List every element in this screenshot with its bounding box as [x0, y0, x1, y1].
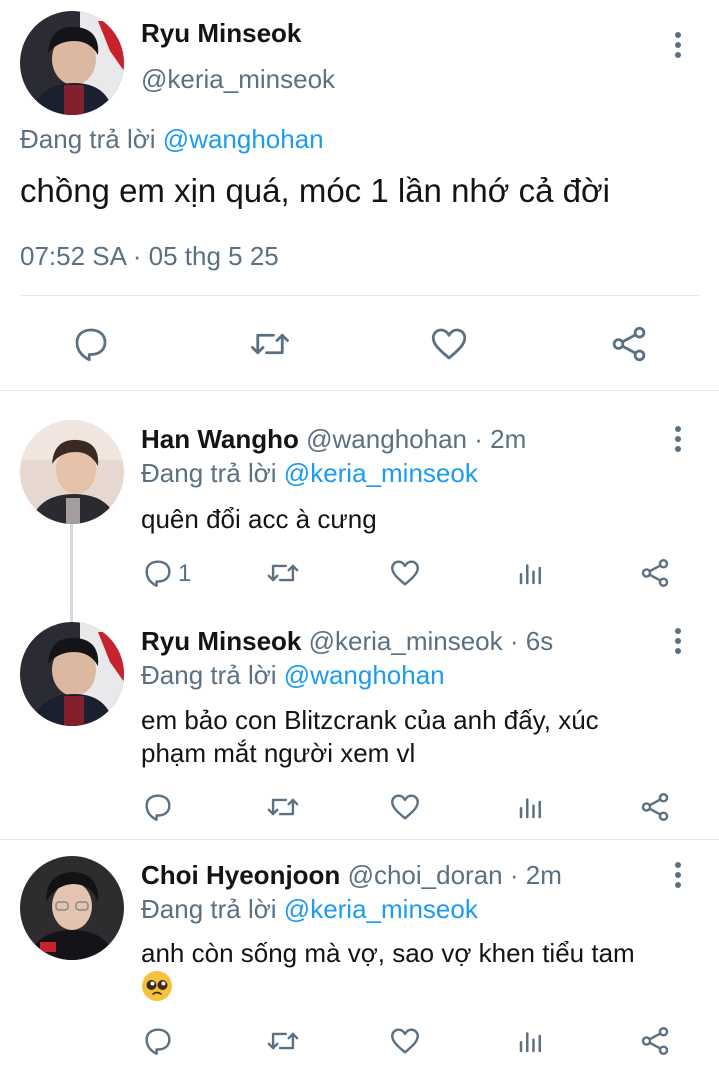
replying-to: Đang trả lời @wanghohan	[20, 124, 324, 155]
reply-time[interactable]: · 2m	[510, 860, 562, 890]
more-options-icon[interactable]	[668, 424, 688, 454]
replying-prefix: Đang trả lời	[20, 124, 156, 154]
share-icon[interactable]	[638, 556, 672, 590]
reply-count: 1	[178, 560, 192, 587]
reply-time[interactable]: · 6s	[510, 626, 553, 656]
display-name[interactable]: Choi Hyeonjoon	[141, 860, 340, 890]
reply-text-line-1: anh còn sống mà vợ, sao vợ khen tiểu tam	[141, 938, 635, 968]
reply-time[interactable]: · 2m	[474, 424, 526, 454]
avatar[interactable]	[20, 11, 124, 115]
divider	[20, 295, 700, 296]
reply-text-line-1: em bảo con Blitzcrank của anh đấy, xúc	[141, 705, 599, 735]
handle[interactable]: @keria_minseok	[309, 626, 503, 656]
retweet-icon[interactable]	[265, 556, 301, 590]
replying-to-link[interactable]: @wanghohan	[284, 660, 445, 690]
like-icon[interactable]	[388, 556, 422, 590]
share-icon[interactable]	[638, 790, 672, 824]
replying-to-link[interactable]: @wanghohan	[163, 124, 324, 154]
replying-prefix: Đang trả lời	[141, 894, 277, 924]
like-icon[interactable]	[388, 790, 422, 824]
reply-icon[interactable]	[141, 556, 175, 590]
reply-header: Ryu Minseok @keria_minseok · 6s	[141, 626, 553, 657]
share-icon[interactable]	[608, 323, 650, 365]
retweet-icon[interactable]	[265, 790, 301, 824]
reply-icon[interactable]	[141, 1024, 175, 1058]
retweet-icon[interactable]	[248, 323, 292, 365]
replying-to: Đang trả lời @keria_minseok	[141, 458, 478, 489]
reply-header: Han Wangho @wanghohan · 2m	[141, 424, 526, 455]
share-icon[interactable]	[638, 1024, 672, 1058]
more-options-icon[interactable]	[668, 860, 688, 890]
tweet-text: chồng em xịn quá, móc 1 lần nhớ cả đời	[20, 172, 610, 209]
avatar[interactable]	[20, 420, 124, 524]
reply-header: Choi Hyeonjoon @choi_doran · 2m	[141, 860, 562, 891]
replying-prefix: Đang trả lời	[141, 458, 277, 488]
like-icon[interactable]	[428, 323, 470, 365]
reply-icon[interactable]	[70, 323, 112, 365]
display-name[interactable]: Ryu Minseok	[141, 626, 301, 656]
replying-to-link[interactable]: @keria_minseok	[284, 458, 478, 488]
replying-to-link[interactable]: @keria_minseok	[284, 894, 478, 924]
thread-line	[70, 524, 73, 624]
replying-to: Đang trả lời @keria_minseok	[141, 894, 478, 925]
reply-text: quên đổi acc à cưng	[141, 504, 377, 534]
like-icon[interactable]	[388, 1024, 422, 1058]
more-options-icon[interactable]	[668, 30, 688, 60]
analytics-icon[interactable]	[516, 558, 546, 588]
reply-text-line-2: phạm mắt người xem vl	[141, 738, 416, 768]
timestamp[interactable]: 07:52 SA · 05 thg 5 25	[20, 241, 279, 272]
pleading-face-emoji	[141, 970, 173, 1002]
display-name[interactable]: Han Wangho	[141, 424, 299, 454]
avatar[interactable]	[20, 856, 124, 960]
retweet-icon[interactable]	[265, 1024, 301, 1058]
avatar[interactable]	[20, 622, 124, 726]
handle[interactable]: @wanghohan	[306, 424, 467, 454]
more-options-icon[interactable]	[668, 626, 688, 656]
reply-icon[interactable]	[141, 790, 175, 824]
divider	[0, 390, 719, 391]
analytics-icon[interactable]	[516, 792, 546, 822]
divider	[0, 839, 719, 840]
handle[interactable]: @keria_minseok	[141, 64, 335, 95]
analytics-icon[interactable]	[516, 1026, 546, 1056]
display-name[interactable]: Ryu Minseok	[141, 18, 301, 49]
replying-to: Đang trả lời @wanghohan	[141, 660, 445, 691]
replying-prefix: Đang trả lời	[141, 660, 277, 690]
handle[interactable]: @choi_doran	[348, 860, 503, 890]
